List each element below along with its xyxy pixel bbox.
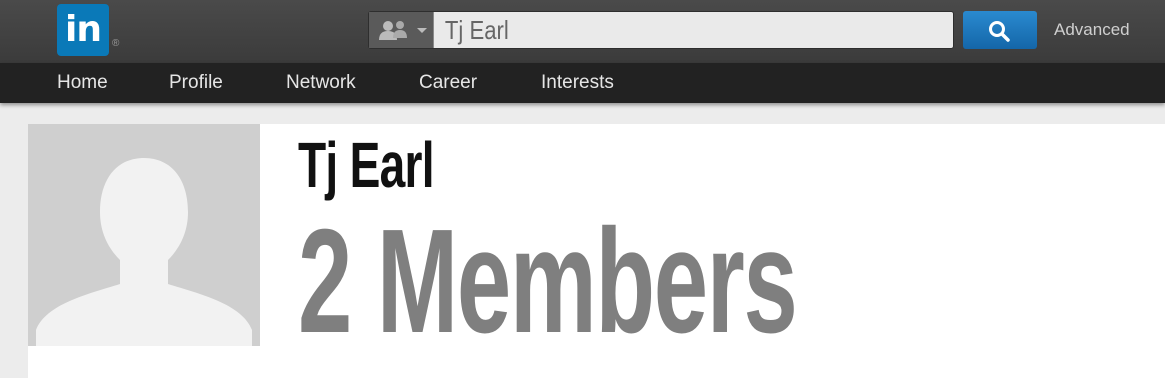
advanced-search-link[interactable]: Advanced: [1054, 20, 1130, 40]
top-bar: in ® Advanced: [0, 0, 1165, 63]
search-button[interactable]: [963, 11, 1037, 49]
nav-item-home[interactable]: Home: [57, 72, 108, 94]
nav-item-career[interactable]: Career: [419, 72, 477, 94]
profile-name: Tj Earl: [298, 129, 435, 201]
main-nav: Home Profile Network Career Interests: [0, 63, 1165, 103]
nav-item-network[interactable]: Network: [286, 72, 356, 94]
search-icon: [989, 21, 1010, 42]
default-avatar-icon: [28, 124, 260, 346]
chevron-down-icon: [417, 28, 427, 33]
people-icon: [379, 21, 407, 40]
nav-item-profile[interactable]: Profile: [169, 72, 223, 94]
avatar-caption-strip: [28, 346, 220, 378]
search-input[interactable]: [433, 12, 874, 48]
registered-mark: ®: [112, 38, 120, 49]
members-count: 2 Members: [298, 199, 798, 364]
search-bar: [368, 11, 954, 49]
profile-avatar: [28, 124, 260, 346]
search-type-dropdown[interactable]: [369, 12, 434, 48]
linkedin-logo[interactable]: in: [57, 4, 109, 56]
nav-item-interests[interactable]: Interests: [541, 72, 614, 94]
